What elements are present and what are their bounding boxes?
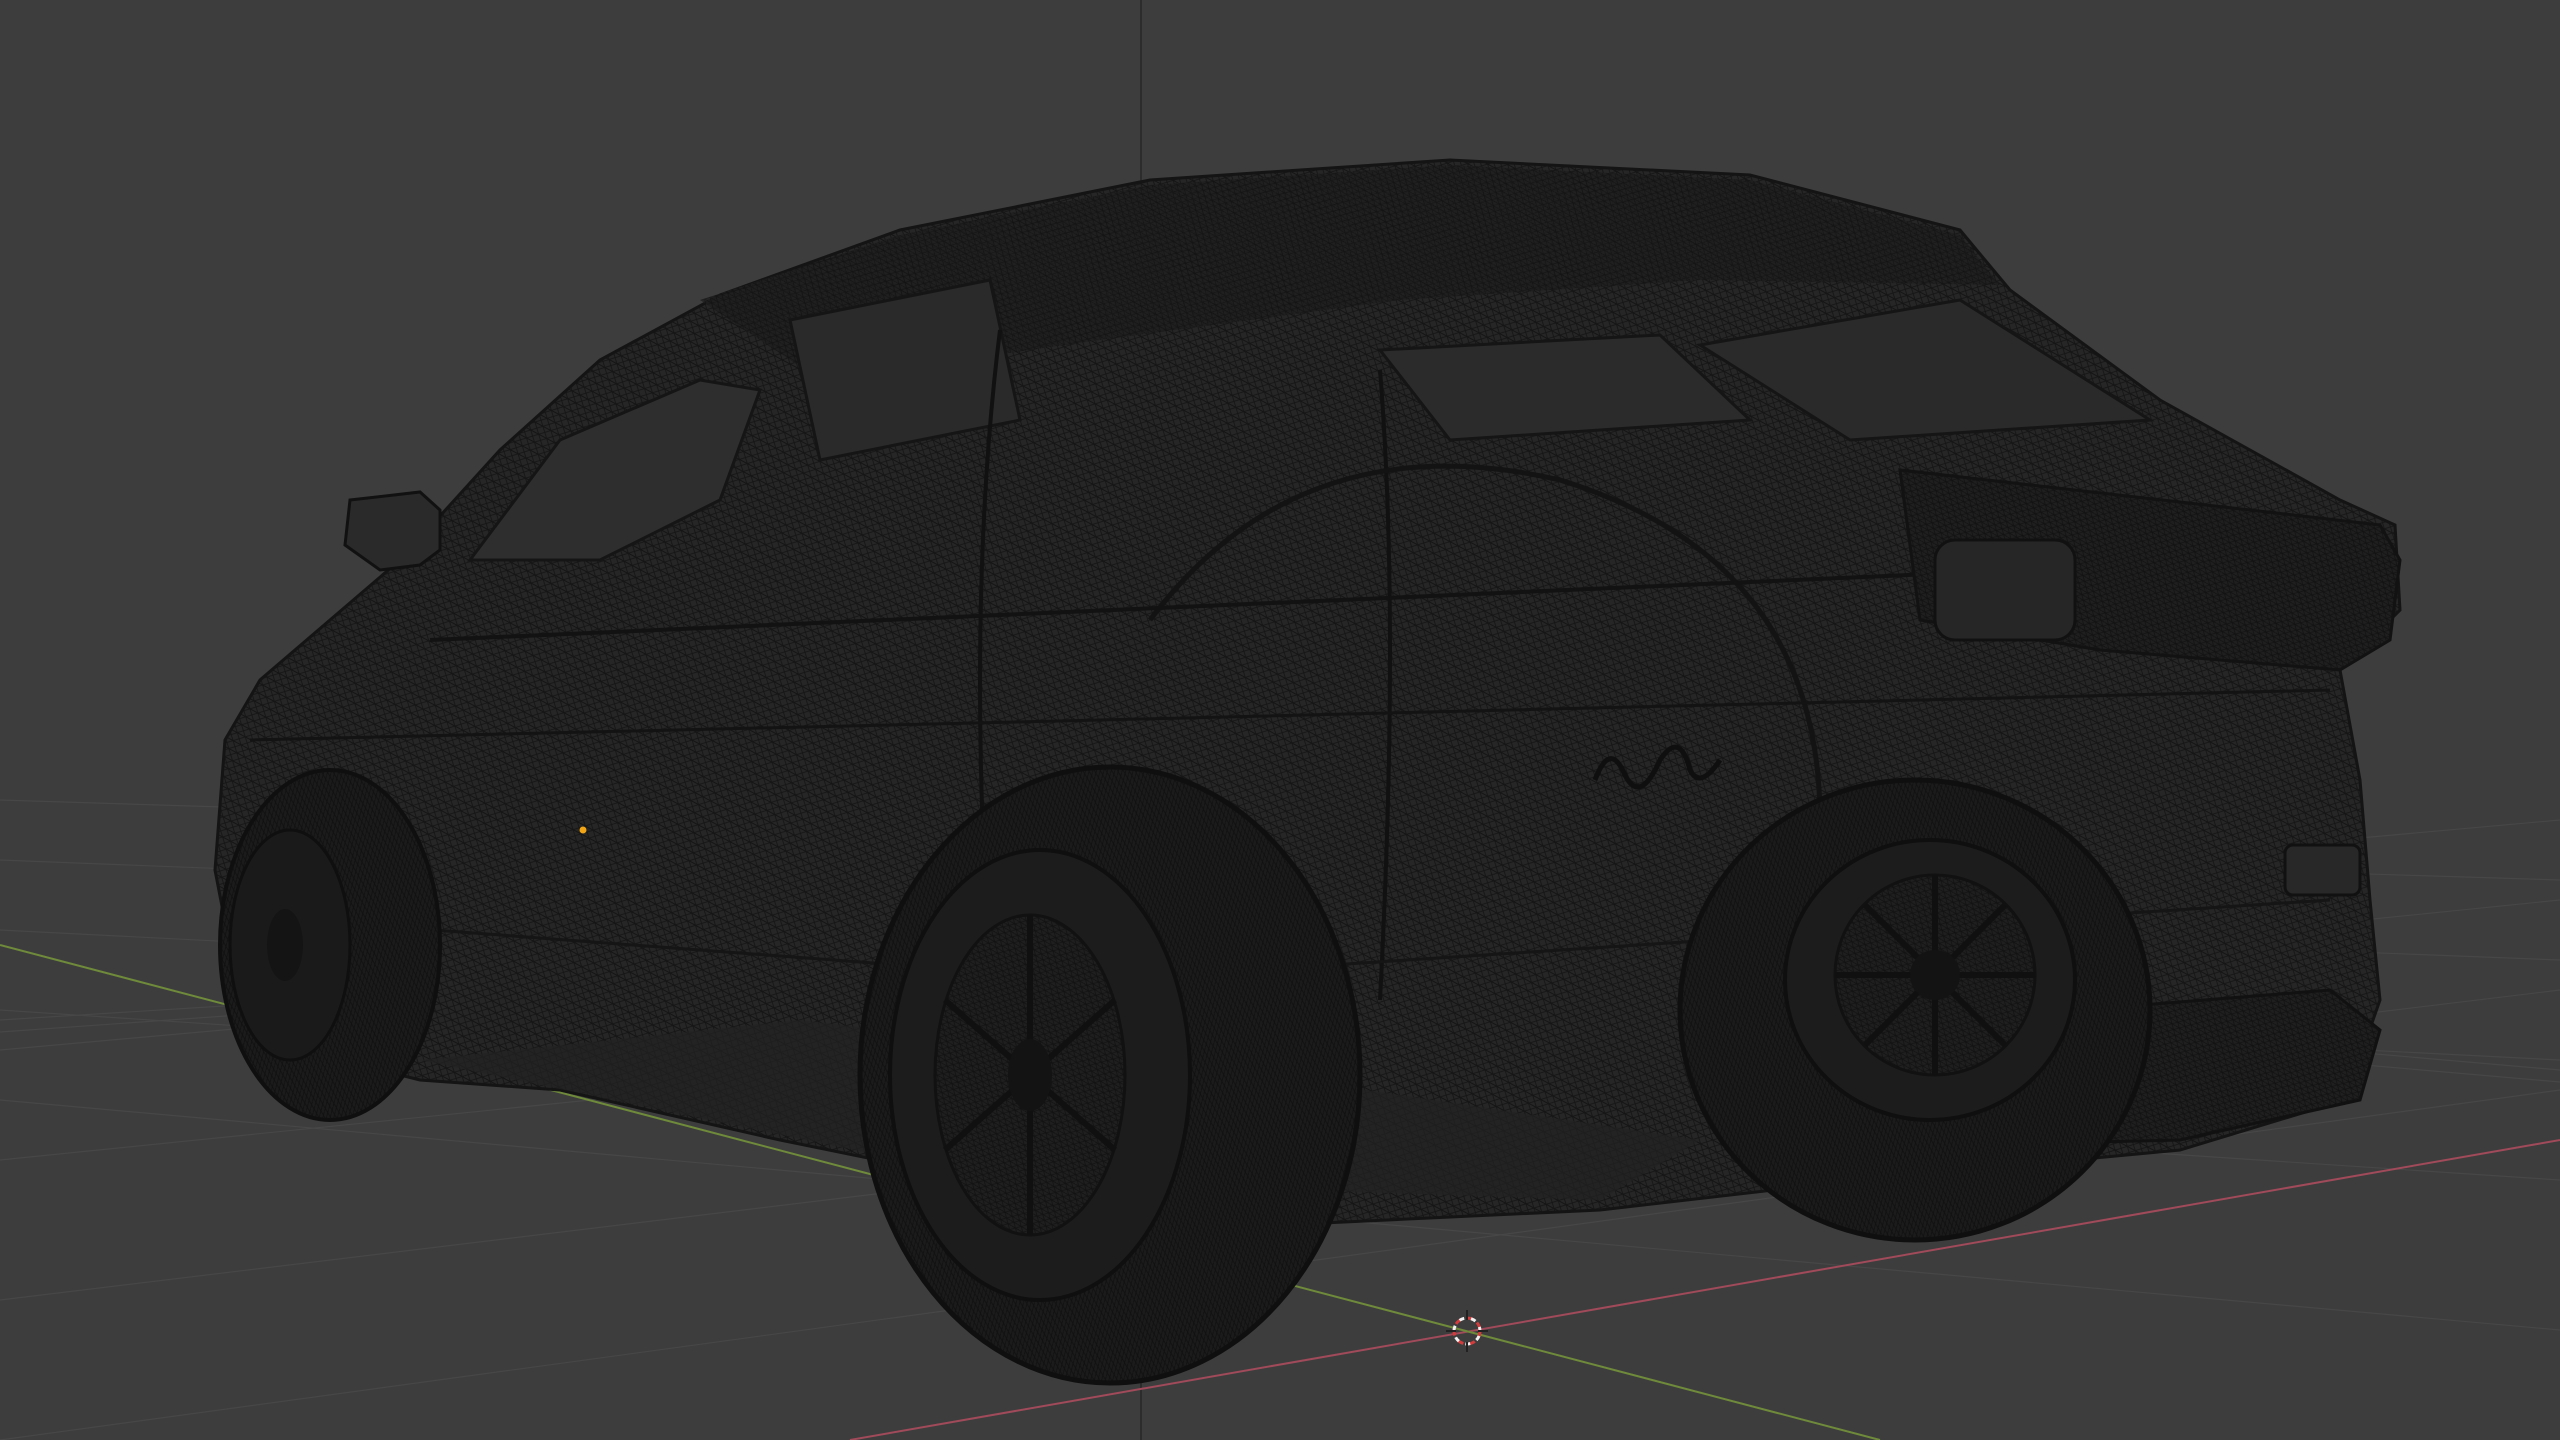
wheel-rear[interactable] [1677,777,2153,1243]
wheel-front-far[interactable] [218,768,442,1122]
license-lamp [2283,843,2362,897]
wheel-front-near[interactable] [857,764,1363,1386]
viewport-canvas[interactable] [0,0,2560,1440]
car-mesh[interactable] [213,158,2402,1386]
side-mirror [343,490,442,572]
tail-light [1933,538,2077,642]
object-origin[interactable] [579,826,587,834]
3d-viewport[interactable] [0,0,2560,1440]
